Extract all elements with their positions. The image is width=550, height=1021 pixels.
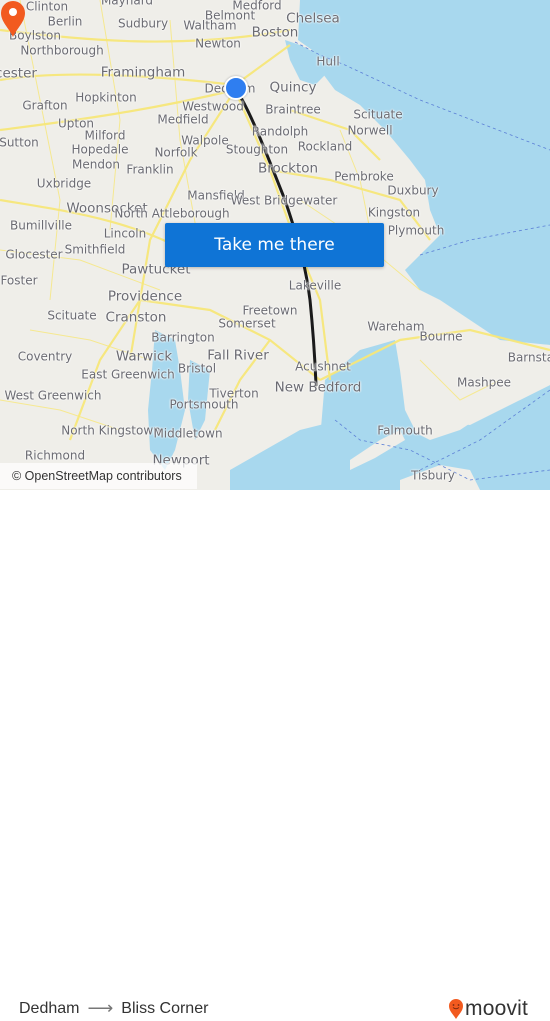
place-label: Richmond — [24, 448, 86, 463]
place-label: Duxbury — [387, 183, 439, 198]
origin-name: Dedham — [19, 999, 80, 1017]
place-label: West Bridgewater — [230, 193, 338, 208]
origin-marker[interactable] — [224, 76, 248, 100]
place-label: Wareham — [367, 319, 425, 334]
place-label: Kingston — [367, 205, 421, 220]
place-label: North Kingstown — [61, 423, 161, 438]
place-label: Acushnet — [295, 359, 351, 374]
place-label: North Attleborough — [114, 206, 230, 221]
place-label: Uxbridge — [36, 176, 92, 191]
place-label: Hopedale — [71, 142, 129, 157]
place-label: Plymouth — [387, 223, 445, 238]
moovit-logo[interactable]: moovit — [448, 997, 528, 1021]
destination-name: Bliss Corner — [121, 999, 209, 1017]
place-label: Middletown — [153, 426, 223, 441]
place-label: Tisbury — [411, 468, 455, 483]
place-label: Falmouth — [377, 423, 433, 438]
place-label: Bumillville — [9, 218, 73, 233]
map[interactable]: Clinton Maynard Medford Berlin Sudbury B… — [0, 0, 550, 490]
place-label: Franklin — [126, 162, 174, 177]
place-label: Sudbury — [117, 16, 169, 31]
place-label: Waltham — [183, 18, 237, 33]
place-label: Hull — [316, 54, 340, 69]
place-label: Framingham — [100, 64, 186, 81]
place-label: Norfolk — [154, 145, 198, 160]
place-label: Warwick — [115, 348, 173, 365]
attribution-text: © OpenStreetMap contributors — [12, 469, 182, 483]
place-label: Stoughton — [225, 142, 289, 157]
place-label: Scituate — [47, 308, 97, 323]
place-label: Glocester — [5, 247, 63, 262]
destination-marker[interactable] — [0, 0, 26, 38]
place-label: Barrington — [151, 330, 215, 345]
place-label: Mashpee — [457, 375, 511, 390]
place-label: Milford — [84, 128, 126, 143]
place-label: Mendon — [72, 157, 120, 172]
place-label: Pembroke — [334, 169, 394, 184]
place-label: Foster — [0, 273, 38, 288]
place-label: Lakeville — [288, 278, 342, 293]
place-label: Boston — [251, 24, 299, 41]
place-label: Smithfield — [64, 242, 126, 257]
place-label: Norwell — [347, 123, 393, 138]
arrow-right-icon: ⟶ — [87, 998, 114, 1018]
place-label: cester — [0, 65, 37, 82]
place-label: Brockton — [257, 160, 319, 177]
place-label: Newton — [195, 36, 241, 51]
brand-name: moovit — [465, 997, 529, 1020]
take-me-there-button[interactable]: Take me there — [165, 223, 384, 267]
place-label: Somerset — [218, 316, 276, 331]
place-label: Portsmouth — [169, 397, 239, 412]
place-label: Northborough — [20, 43, 104, 58]
route-summary: Dedham ⟶ Bliss Corner — [19, 998, 208, 1019]
place-label: Hopkinton — [75, 90, 137, 105]
place-label: Bourne — [419, 329, 463, 344]
place-label: Medfield — [157, 112, 209, 127]
place-label: Providence — [107, 288, 183, 305]
place-label: Randolph — [251, 124, 309, 139]
place-label: Clinton — [25, 0, 69, 14]
place-label: Cranston — [105, 309, 167, 326]
place-label: Sutton — [0, 135, 39, 150]
place-label: Lincoln — [103, 226, 147, 241]
map-attribution[interactable]: © OpenStreetMap contributors — [0, 463, 197, 489]
place-label: Coventry — [17, 349, 73, 364]
place-label: Scituate — [353, 107, 403, 122]
place-label: Maynard — [100, 0, 154, 8]
moovit-pin-icon — [449, 999, 463, 1019]
place-label: East Greenwich — [81, 367, 175, 382]
footer: Dedham ⟶ Bliss Corner moovit — [0, 490, 550, 1020]
place-label: Barnstable — [507, 350, 550, 365]
place-label: West Greenwich — [4, 388, 102, 403]
place-label: Berlin — [47, 14, 83, 29]
place-label: Grafton — [22, 98, 68, 113]
place-label: New Bedford — [274, 379, 362, 396]
place-label: Braintree — [265, 102, 321, 117]
place-label: Rockland — [297, 139, 353, 154]
place-label: Bristol — [177, 361, 217, 376]
place-label: Fall River — [207, 347, 269, 364]
place-label: Quincy — [269, 79, 317, 96]
